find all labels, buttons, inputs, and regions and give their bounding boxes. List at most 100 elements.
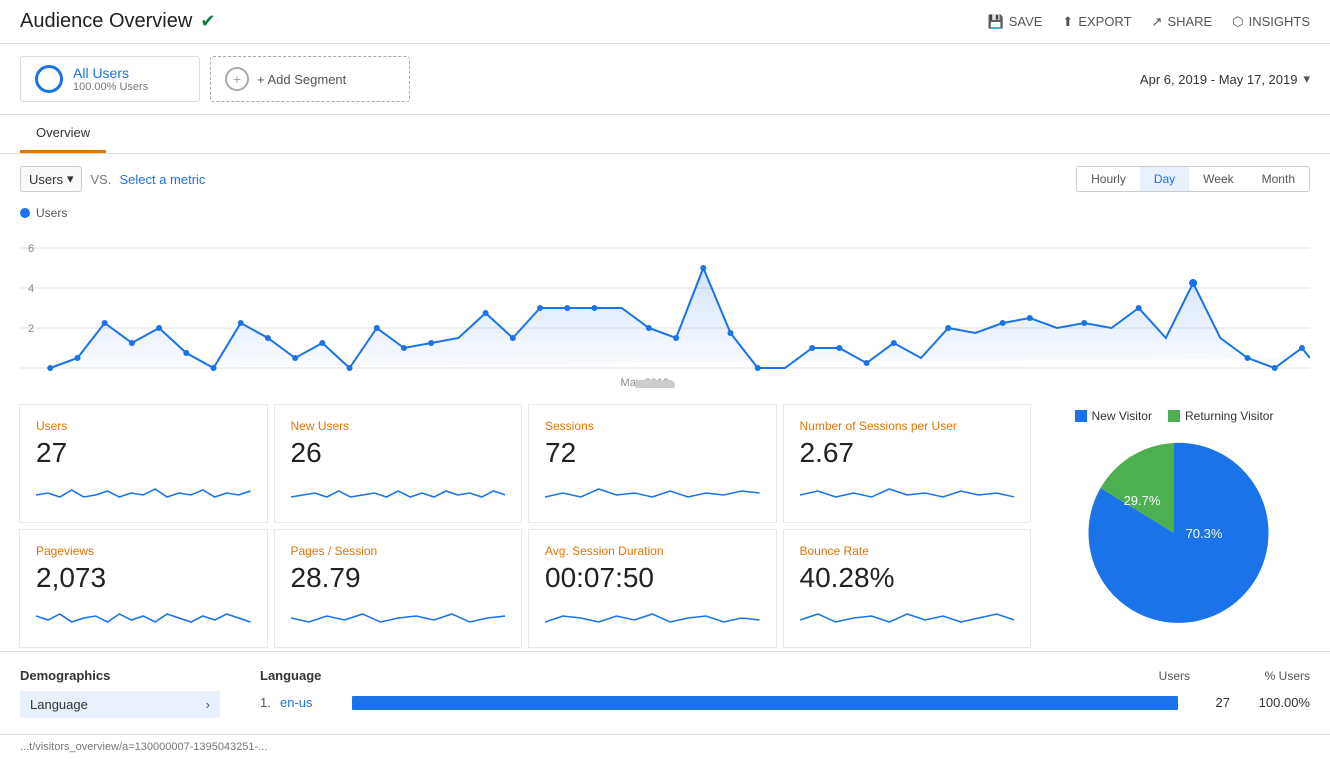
- pie-chart-container: 70.3% 29.7%: [1050, 433, 1298, 633]
- pie-section: New Visitor Returning Visitor 70.3% 29.7…: [1034, 401, 1314, 651]
- plus-icon: +: [233, 71, 241, 87]
- data-point: [673, 335, 679, 341]
- bounce-rate-sparkline: [800, 600, 1015, 630]
- metric-avg-duration: Avg. Session Duration 00:07:50: [528, 529, 777, 648]
- metric-bounce-rate-label[interactable]: Bounce Rate: [800, 544, 1015, 558]
- share-button[interactable]: ↗ SHARE: [1152, 14, 1213, 30]
- verified-icon: ✔: [200, 11, 215, 32]
- pageviews-sparkline: [36, 600, 251, 630]
- demographics-header: Demographics Language Users % Users: [20, 668, 1310, 683]
- week-button[interactable]: Week: [1189, 167, 1247, 191]
- metric-sessions-per-user: Number of Sessions per User 2.67: [783, 404, 1032, 523]
- data-point: [700, 265, 706, 271]
- data-point: [755, 365, 761, 371]
- metric-pages-session: Pages / Session 28.79: [274, 529, 523, 648]
- returning-visitor-pct-label: 29.7%: [1124, 493, 1161, 508]
- new-users-sparkline: [291, 475, 506, 505]
- insights-button[interactable]: ⬡ INSIGHTS: [1232, 14, 1310, 30]
- lang-link[interactable]: en-us: [280, 695, 340, 710]
- metrics-pie-container: Users 27 New Users 26 Sessions 72: [0, 401, 1330, 651]
- date-range-container: Apr 6, 2019 - May 17, 2019 ▾: [420, 56, 1310, 102]
- date-range-dropdown-icon[interactable]: ▾: [1303, 71, 1310, 87]
- data-point: [401, 345, 407, 351]
- tab-bar: Overview: [0, 115, 1330, 154]
- metric-controls: Users ▾ VS. Select a metric: [20, 166, 205, 192]
- page-title: Audience Overview: [20, 10, 192, 33]
- metric-users-label[interactable]: Users: [36, 419, 251, 433]
- data-point: [864, 360, 870, 366]
- select-metric-link[interactable]: Select a metric: [119, 172, 205, 187]
- tab-overview[interactable]: Overview: [20, 115, 106, 153]
- url-bar: ...t/visitors_overview/a=130000007-13950…: [0, 734, 1330, 759]
- data-point: [428, 340, 434, 346]
- export-button[interactable]: ⬆ EXPORT: [1062, 14, 1131, 30]
- data-point: [945, 325, 951, 331]
- data-point: [809, 345, 815, 351]
- metric-pages-session-label[interactable]: Pages / Session: [291, 544, 506, 558]
- scroll-indicator: [635, 380, 675, 388]
- returning-visitor-legend: Returning Visitor: [1168, 409, 1274, 423]
- metric-pageviews-value: 2,073: [36, 562, 251, 594]
- language-item[interactable]: Language ›: [20, 691, 220, 718]
- data-point: [537, 305, 543, 311]
- data-point: [292, 355, 298, 361]
- lang-bar: [352, 696, 1178, 710]
- data-point: [1299, 345, 1305, 351]
- export-icon: ⬆: [1062, 14, 1073, 30]
- returning-visitor-dot: [1168, 410, 1180, 422]
- metric-dropdown[interactable]: Users ▾: [20, 166, 82, 192]
- save-button[interactable]: 💾 SAVE: [988, 14, 1043, 30]
- users-col-header: Users: [1159, 669, 1190, 683]
- metric-bounce-rate: Bounce Rate 40.28%: [783, 529, 1032, 648]
- time-period-buttons: Hourly Day Week Month: [1076, 166, 1310, 192]
- lang-users: 27: [1190, 695, 1230, 710]
- add-segment-button[interactable]: + + Add Segment: [210, 56, 410, 102]
- metric-sessions-per-user-value: 2.67: [800, 437, 1015, 469]
- chart-legend: Users: [20, 206, 1310, 220]
- metric-bounce-rate-value: 40.28%: [800, 562, 1015, 594]
- insights-icon: ⬡: [1232, 14, 1243, 30]
- demographics-right-header: Language Users % Users: [260, 668, 1310, 683]
- new-visitor-dot: [1075, 410, 1087, 422]
- metric-sessions-label[interactable]: Sessions: [545, 419, 760, 433]
- metric-sessions-value: 72: [545, 437, 760, 469]
- metrics-container: Users 27 New Users 26 Sessions 72: [16, 401, 1034, 651]
- metric-new-users-label[interactable]: New Users: [291, 419, 506, 433]
- header-left: Audience Overview ✔: [20, 10, 215, 33]
- day-button[interactable]: Day: [1140, 167, 1189, 191]
- data-point: [129, 340, 135, 346]
- segment-info: All Users 100.00% Users: [73, 65, 148, 93]
- share-icon: ↗: [1152, 14, 1163, 30]
- segment-circle-icon: [35, 65, 63, 93]
- svg-text:2: 2: [28, 323, 34, 335]
- hourly-button[interactable]: Hourly: [1077, 167, 1140, 191]
- pct-users-col-header: % Users: [1210, 669, 1310, 683]
- data-point: [1244, 355, 1250, 361]
- month-button[interactable]: Month: [1248, 167, 1309, 191]
- line-chart-svg: 6 4 2: [20, 228, 1310, 388]
- metrics-row-2: Pageviews 2,073 Pages / Session 28.79 Av…: [16, 526, 1034, 651]
- legend-dot: [20, 208, 30, 218]
- metric-users-value: 27: [36, 437, 251, 469]
- sessions-sparkline: [545, 475, 760, 505]
- metrics-row-1: Users 27 New Users 26 Sessions 72: [16, 401, 1034, 526]
- demographics-content: Language › 1. en-us 27 100.00%: [20, 691, 1310, 718]
- data-point: [156, 325, 162, 331]
- pie-chart-svg: 70.3% 29.7%: [1074, 433, 1274, 633]
- metric-new-users: New Users 26: [274, 404, 523, 523]
- chart-controls: Users ▾ VS. Select a metric Hourly Day W…: [0, 154, 1330, 196]
- data-point: [483, 310, 489, 316]
- language-title: Language: [260, 668, 321, 683]
- metric-sessions-per-user-label[interactable]: Number of Sessions per User: [800, 419, 1015, 433]
- sessions-per-user-sparkline: [800, 475, 1015, 505]
- demographics-section: Demographics Language Users % Users Lang…: [0, 651, 1330, 734]
- metric-pageviews-label[interactable]: Pageviews: [36, 544, 251, 558]
- metric-users: Users 27: [19, 404, 268, 523]
- data-point: [727, 330, 733, 336]
- metric-avg-duration-label[interactable]: Avg. Session Duration: [545, 544, 760, 558]
- all-users-segment[interactable]: All Users 100.00% Users: [20, 56, 200, 102]
- data-point: [591, 305, 597, 311]
- header-actions: 💾 SAVE ⬆ EXPORT ↗ SHARE ⬡ INSIGHTS: [988, 14, 1311, 30]
- data-point: [836, 345, 842, 351]
- data-point: [1027, 315, 1033, 321]
